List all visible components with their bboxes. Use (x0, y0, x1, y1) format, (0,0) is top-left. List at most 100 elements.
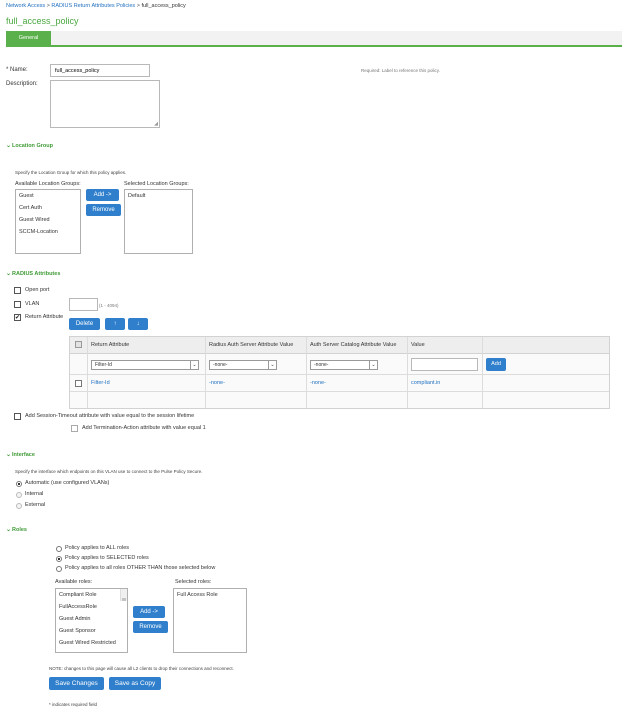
available-location-groups-list[interactable]: Guest Cert Auth Guest Wired SCCM-Locatio… (15, 189, 81, 254)
vlan-checkbox[interactable] (14, 301, 21, 308)
available-location-groups-label: Available Location Groups: (15, 181, 81, 187)
breadcrumb: Network Access > RADIUS Return Attribute… (6, 3, 186, 9)
row-radius-auth-value[interactable]: -none- (209, 380, 225, 386)
roles-all-label: Policy applies to ALL roles (65, 545, 129, 551)
new-catalog-select[interactable]: -none- ⌄ (310, 360, 378, 370)
return-attribute-label: Return Attribute (25, 314, 64, 320)
list-item[interactable]: SCCM-Location (16, 226, 80, 238)
page-title: full_access_policy (6, 16, 79, 26)
row-value[interactable]: compliant.in (411, 380, 440, 386)
list-item[interactable]: Guest Wired Restricted (56, 637, 127, 649)
scrollbar-thumb[interactable] (122, 598, 126, 601)
list-item[interactable]: Full Access Role (174, 589, 246, 601)
interface-help: Specify the interface which endpoints on… (15, 469, 203, 474)
column-header-radius-auth-value: Radius Auth Server Attribute Value (209, 342, 294, 348)
add-attribute-button[interactable]: Add (486, 358, 506, 371)
resize-grip-icon[interactable]: ◢ (154, 121, 158, 127)
interface-internal-label: Internal (25, 491, 44, 497)
location-remove-button[interactable]: Remove (86, 204, 121, 216)
available-roles-list[interactable]: Compliant Role FullAccessRole Guest Admi… (55, 588, 128, 653)
roles-all-radio[interactable] (56, 546, 62, 552)
open-port-label: Open port (25, 287, 50, 293)
row-catalog-value[interactable]: -none- (310, 380, 326, 386)
interface-section-header[interactable]: ⌄Interface (6, 451, 35, 458)
row-checkbox[interactable] (75, 380, 82, 387)
vlan-input[interactable] (69, 298, 98, 311)
vlan-range-hint: (1 - 4094) (99, 303, 119, 308)
roles-section-header[interactable]: ⌄Roles (6, 526, 27, 533)
row-return-attribute[interactable]: Filter-Id (91, 380, 110, 386)
roles-selected-radio[interactable] (56, 556, 62, 562)
interface-internal-radio[interactable] (16, 492, 22, 498)
delete-button[interactable]: Delete (69, 318, 100, 330)
tab-general[interactable]: General (6, 31, 51, 45)
location-group-section-header[interactable]: ⌄Location Group (6, 142, 53, 149)
location-group-help: Specify the Location Group for which thi… (15, 170, 127, 175)
selected-location-groups-label: Selected Location Groups: (124, 181, 189, 187)
radius-attributes-section-header[interactable]: ⌄RADIUS Attributes (6, 270, 60, 277)
available-roles-label: Available roles: (55, 579, 93, 585)
interface-external-label: External (25, 502, 46, 508)
breadcrumb-current: full_access_policy (141, 3, 186, 9)
interface-automatic-label: Automatic (use configured VLANs) (25, 480, 110, 486)
move-up-button[interactable]: ↑ (105, 318, 125, 330)
breadcrumb-radius-return-attributes-policies[interactable]: RADIUS Return Attributes Policies (51, 3, 135, 9)
list-item[interactable]: Guest Admin (56, 613, 127, 625)
arrow-up-icon: ↑ (113, 321, 117, 327)
termination-action-checkbox[interactable] (71, 425, 78, 432)
selected-roles-label: Selected roles: (175, 579, 212, 585)
location-group-heading: Location Group (12, 143, 53, 149)
session-timeout-checkbox[interactable] (14, 413, 21, 420)
name-input[interactable] (50, 64, 150, 77)
chevron-down-icon: ⌄ (369, 361, 377, 369)
return-attribute-checkbox[interactable] (14, 314, 21, 321)
return-attributes-table: Return Attribute Radius Auth Server Attr… (69, 336, 610, 409)
list-item[interactable]: Default (125, 190, 192, 202)
selected-roles-list[interactable]: Full Access Role (173, 588, 247, 653)
roles-heading: Roles (12, 527, 27, 533)
chevron-down-icon: ⌄ (268, 361, 276, 369)
l2-clients-note: NOTE: changes to this page will cause al… (49, 666, 234, 671)
interface-external-radio[interactable] (16, 503, 22, 509)
chevron-down-icon: ⌄ (190, 361, 198, 369)
session-timeout-label: Add Session-Timeout attribute with value… (25, 413, 195, 419)
column-header-return-attribute: Return Attribute (91, 342, 130, 348)
name-label: * Name: (6, 67, 28, 73)
radius-attributes-heading: RADIUS Attributes (12, 271, 61, 277)
breadcrumb-network-access[interactable]: Network Access (6, 3, 45, 9)
move-down-button[interactable]: ↓ (128, 318, 148, 330)
list-item[interactable]: Guest (16, 190, 80, 202)
list-item[interactable]: FullAccessRole (56, 601, 127, 613)
column-header-value: Value (411, 342, 425, 348)
roles-list-scrollbar[interactable] (120, 589, 127, 601)
roles-remove-button[interactable]: Remove (133, 621, 168, 633)
column-header-catalog-value: Auth Server Catalog Attribute Value (310, 342, 397, 348)
vlan-label: VLAN (25, 301, 40, 307)
list-item[interactable]: Compliant Role (56, 589, 127, 601)
save-as-copy-button[interactable]: Save as Copy (109, 677, 161, 690)
required-field-note: * indicates required field (49, 702, 98, 707)
description-textarea[interactable]: ◢ (50, 80, 160, 128)
termination-action-label: Add Termination-Action attribute with va… (82, 425, 206, 431)
new-radius-auth-select[interactable]: -none- ⌄ (209, 360, 277, 370)
description-label: Description: (6, 81, 38, 87)
arrow-down-icon: ↓ (136, 321, 140, 327)
list-item[interactable]: Guest Sponsor (56, 625, 127, 637)
roles-add-button[interactable]: Add -> (133, 606, 165, 618)
save-changes-button[interactable]: Save Changes (49, 677, 104, 690)
roles-selected-label: Policy applies to SELECTED roles (65, 555, 149, 561)
breadcrumb-separator: > (136, 3, 140, 9)
selected-location-groups-list[interactable]: Default (124, 189, 193, 254)
location-add-button[interactable]: Add -> (86, 189, 119, 201)
list-item[interactable]: Cert Auth (16, 202, 80, 214)
interface-automatic-radio[interactable] (16, 481, 22, 487)
list-item[interactable]: Guest Wired (16, 214, 80, 226)
breadcrumb-separator: > (46, 3, 50, 9)
roles-other-than-radio[interactable] (56, 566, 62, 572)
tab-bar (6, 31, 622, 47)
select-all-checkbox[interactable] (75, 341, 82, 348)
new-value-input[interactable] (411, 358, 478, 371)
name-hint: Required: Label to reference this policy… (361, 68, 440, 73)
new-return-attribute-select[interactable]: Filter-Id ⌄ (91, 360, 199, 370)
open-port-checkbox[interactable] (14, 287, 21, 294)
